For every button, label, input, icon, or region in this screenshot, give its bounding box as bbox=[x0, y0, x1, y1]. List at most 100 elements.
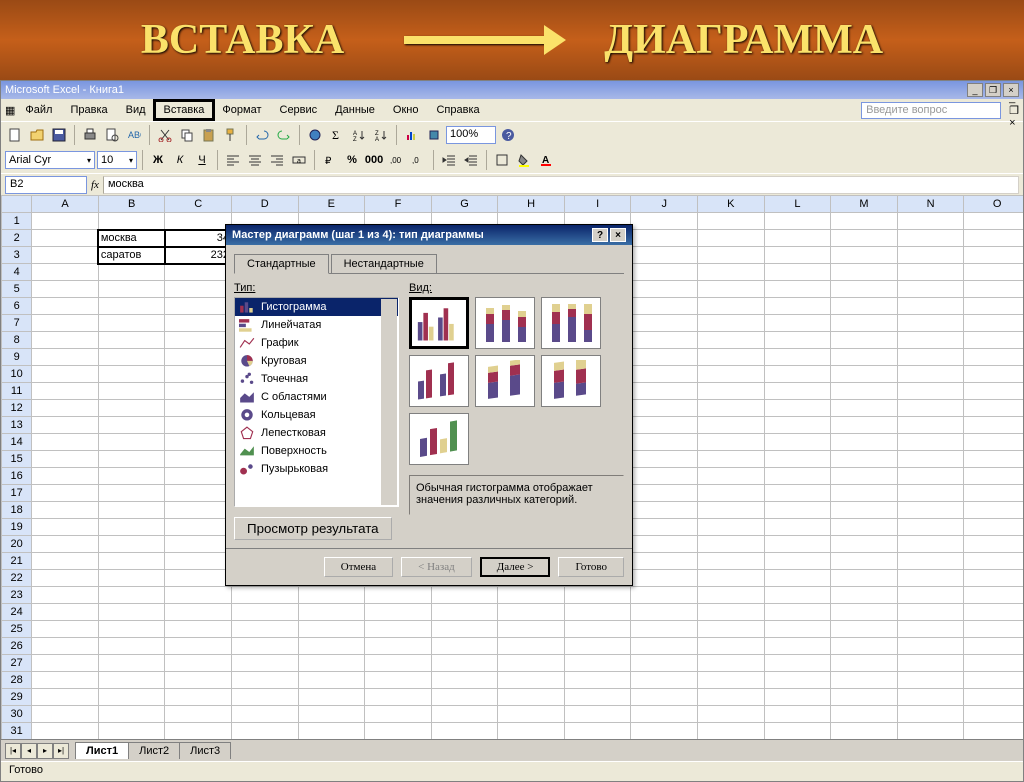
cell-O17[interactable] bbox=[964, 485, 1023, 502]
sheet-tab-1[interactable]: Лист1 bbox=[75, 742, 129, 759]
cell-C8[interactable] bbox=[165, 332, 232, 349]
cell-F26[interactable] bbox=[365, 638, 432, 655]
cell-A18[interactable] bbox=[32, 502, 99, 519]
zoom-combo[interactable]: 100% bbox=[446, 126, 496, 144]
cell-K31[interactable] bbox=[698, 723, 765, 740]
cell-B30[interactable] bbox=[98, 706, 165, 723]
cell-L14[interactable] bbox=[764, 434, 831, 451]
cell-A3[interactable] bbox=[32, 247, 99, 264]
cell-N26[interactable] bbox=[897, 638, 964, 655]
cell-J2[interactable] bbox=[631, 230, 698, 247]
cell-B15[interactable] bbox=[98, 451, 165, 468]
cell-C26[interactable] bbox=[165, 638, 232, 655]
cell-O25[interactable] bbox=[964, 621, 1023, 638]
cell-A9[interactable] bbox=[32, 349, 99, 366]
cell-J30[interactable] bbox=[631, 706, 698, 723]
bold-icon[interactable]: Ж bbox=[148, 150, 168, 170]
menu-edit[interactable]: Правка bbox=[62, 102, 115, 118]
cell-M20[interactable] bbox=[831, 536, 898, 553]
cell-J29[interactable] bbox=[631, 689, 698, 706]
dialog-title-bar[interactable]: Мастер диаграмм (шаг 1 из 4): тип диагра… bbox=[226, 225, 632, 245]
cell-A8[interactable] bbox=[32, 332, 99, 349]
cell-H30[interactable] bbox=[498, 706, 565, 723]
minimize-button[interactable]: _ bbox=[967, 83, 983, 97]
italic-icon[interactable]: К bbox=[170, 150, 190, 170]
cut-icon[interactable] bbox=[155, 125, 175, 145]
cell-B14[interactable] bbox=[98, 434, 165, 451]
cell-K25[interactable] bbox=[698, 621, 765, 638]
cell-J9[interactable] bbox=[631, 349, 698, 366]
cell-E27[interactable] bbox=[298, 655, 365, 672]
new-icon[interactable] bbox=[5, 125, 25, 145]
dec-decimal-icon[interactable]: ,0 bbox=[408, 150, 428, 170]
cell-J27[interactable] bbox=[631, 655, 698, 672]
cell-D26[interactable] bbox=[231, 638, 298, 655]
hyperlink-icon[interactable] bbox=[305, 125, 325, 145]
cell-O2[interactable] bbox=[964, 230, 1023, 247]
cell-N22[interactable] bbox=[897, 570, 964, 587]
cell-J28[interactable] bbox=[631, 672, 698, 689]
redo-icon[interactable] bbox=[274, 125, 294, 145]
undo-icon[interactable] bbox=[252, 125, 272, 145]
fill-color-icon[interactable] bbox=[514, 150, 534, 170]
cell-D27[interactable] bbox=[231, 655, 298, 672]
cell-N28[interactable] bbox=[897, 672, 964, 689]
cell-B7[interactable] bbox=[98, 315, 165, 332]
cell-N11[interactable] bbox=[897, 383, 964, 400]
sort-desc-icon[interactable]: ZA bbox=[371, 125, 391, 145]
cell-L11[interactable] bbox=[764, 383, 831, 400]
type-radar[interactable]: Лепестковая bbox=[235, 424, 398, 442]
format-painter-icon[interactable] bbox=[221, 125, 241, 145]
cell-O15[interactable] bbox=[964, 451, 1023, 468]
cell-O6[interactable] bbox=[964, 298, 1023, 315]
cell-B22[interactable] bbox=[98, 570, 165, 587]
cell-C25[interactable] bbox=[165, 621, 232, 638]
align-right-icon[interactable] bbox=[267, 150, 287, 170]
cell-B4[interactable] bbox=[98, 264, 165, 281]
cell-C7[interactable] bbox=[165, 315, 232, 332]
cell-O1[interactable] bbox=[964, 213, 1023, 230]
cell-H24[interactable] bbox=[498, 604, 565, 621]
cell-B13[interactable] bbox=[98, 417, 165, 434]
cell-E31[interactable] bbox=[298, 723, 365, 740]
cell-G25[interactable] bbox=[431, 621, 498, 638]
cell-B21[interactable] bbox=[98, 553, 165, 570]
cell-M18[interactable] bbox=[831, 502, 898, 519]
underline-icon[interactable]: Ч bbox=[192, 150, 212, 170]
sort-asc-icon[interactable]: AZ bbox=[349, 125, 369, 145]
cell-E29[interactable] bbox=[298, 689, 365, 706]
cell-A16[interactable] bbox=[32, 468, 99, 485]
cell-A21[interactable] bbox=[32, 553, 99, 570]
cell-B29[interactable] bbox=[98, 689, 165, 706]
cell-E23[interactable] bbox=[298, 587, 365, 604]
cell-B31[interactable] bbox=[98, 723, 165, 740]
cell-B28[interactable] bbox=[98, 672, 165, 689]
cell-M3[interactable] bbox=[831, 247, 898, 264]
cell-C3[interactable]: 232 bbox=[165, 247, 232, 264]
cell-C23[interactable] bbox=[165, 587, 232, 604]
cell-N27[interactable] bbox=[897, 655, 964, 672]
cell-B6[interactable] bbox=[98, 298, 165, 315]
cell-C1[interactable] bbox=[165, 213, 232, 230]
cell-L13[interactable] bbox=[764, 417, 831, 434]
cell-A19[interactable] bbox=[32, 519, 99, 536]
font-size-combo[interactable]: 10 bbox=[97, 151, 137, 169]
cell-O10[interactable] bbox=[964, 366, 1023, 383]
cell-K27[interactable] bbox=[698, 655, 765, 672]
cell-A30[interactable] bbox=[32, 706, 99, 723]
cell-A12[interactable] bbox=[32, 400, 99, 417]
cell-I31[interactable] bbox=[564, 723, 631, 740]
cell-J8[interactable] bbox=[631, 332, 698, 349]
cell-O18[interactable] bbox=[964, 502, 1023, 519]
cell-A7[interactable] bbox=[32, 315, 99, 332]
cell-C14[interactable] bbox=[165, 434, 232, 451]
cell-L17[interactable] bbox=[764, 485, 831, 502]
cell-E26[interactable] bbox=[298, 638, 365, 655]
cell-O27[interactable] bbox=[964, 655, 1023, 672]
cell-C17[interactable] bbox=[165, 485, 232, 502]
cell-G31[interactable] bbox=[431, 723, 498, 740]
cell-F27[interactable] bbox=[365, 655, 432, 672]
cell-A1[interactable] bbox=[32, 213, 99, 230]
cell-J12[interactable] bbox=[631, 400, 698, 417]
cell-O24[interactable] bbox=[964, 604, 1023, 621]
